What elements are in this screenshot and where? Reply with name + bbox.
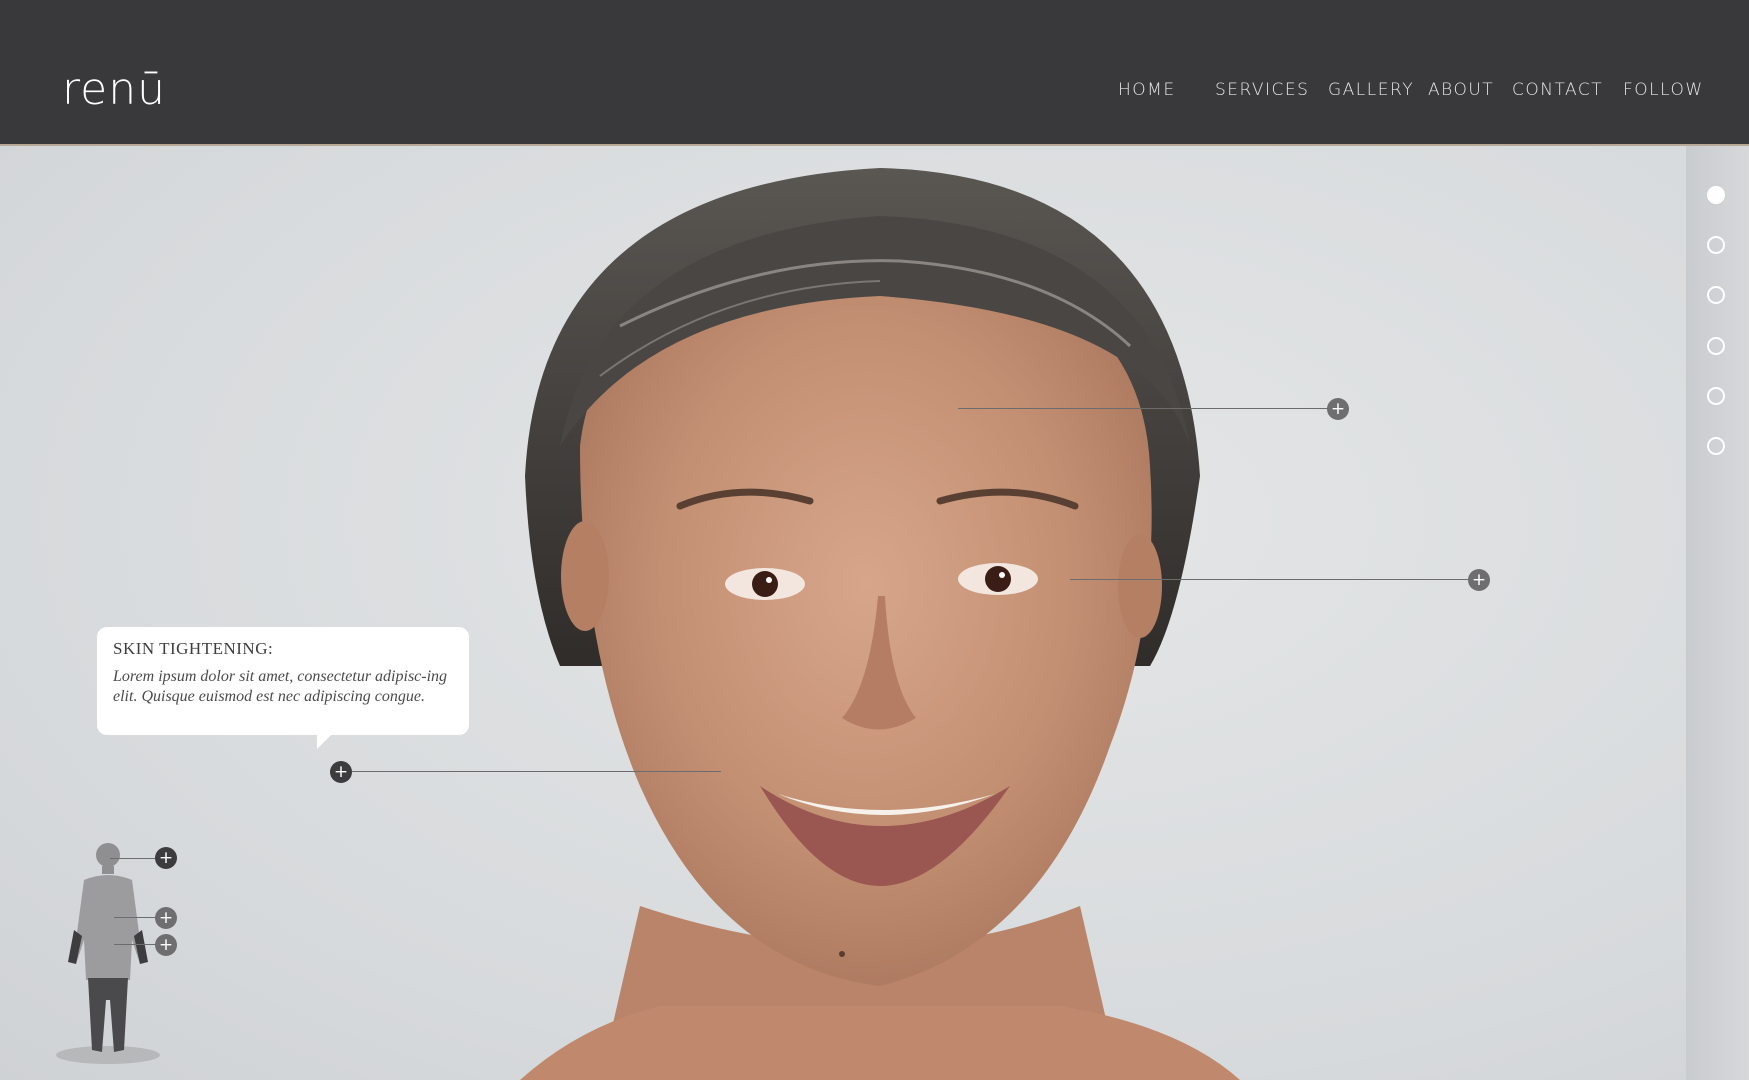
body-torso-hotspot[interactable]: + bbox=[155, 907, 177, 929]
slide-pagination bbox=[1686, 146, 1749, 1080]
slide-dot-5[interactable] bbox=[1707, 387, 1725, 405]
body-map: + + + bbox=[56, 840, 186, 1070]
slide-dot-4[interactable] bbox=[1707, 337, 1725, 355]
forehead-leader-line bbox=[958, 408, 1338, 409]
plus-icon: + bbox=[1471, 570, 1487, 590]
plus-icon: + bbox=[158, 848, 174, 868]
eyes-hotspot[interactable]: + bbox=[1468, 569, 1490, 591]
eyes-leader-line bbox=[1070, 579, 1478, 580]
nav-services[interactable]: SERVICES bbox=[1215, 80, 1309, 100]
nav-follow[interactable]: FOLLOW bbox=[1623, 80, 1704, 100]
plus-icon: + bbox=[1330, 399, 1346, 419]
plus-icon: + bbox=[333, 762, 349, 782]
nav-about[interactable]: ABOUT bbox=[1428, 80, 1494, 100]
callout-title: SKIN TIGHTENING: bbox=[113, 639, 274, 658]
cheek-hotspot[interactable]: + bbox=[330, 761, 352, 783]
slide-dot-2[interactable] bbox=[1707, 236, 1725, 254]
slide-dot-1[interactable] bbox=[1707, 186, 1725, 204]
nav-home[interactable]: HOME bbox=[1118, 80, 1176, 100]
body-waist-hotspot[interactable]: + bbox=[155, 934, 177, 956]
callout-body: Lorem ipsum dolor sit amet, consectetur … bbox=[113, 668, 448, 705]
nav-gallery[interactable]: GALLERY bbox=[1328, 80, 1414, 100]
plus-icon: + bbox=[158, 935, 174, 955]
site-header: renū HOME SERVICES GALLERY ABOUT CONTACT… bbox=[0, 0, 1749, 146]
body-head-hotspot[interactable]: + bbox=[155, 847, 177, 869]
plus-icon: + bbox=[158, 908, 174, 928]
forehead-hotspot[interactable]: + bbox=[1327, 398, 1349, 420]
cheek-leader-line bbox=[341, 771, 721, 772]
nav-contact[interactable]: CONTACT bbox=[1512, 80, 1603, 100]
slide-dot-6[interactable] bbox=[1707, 437, 1725, 455]
portrait-illustration bbox=[520, 168, 1240, 1080]
treatment-callout: SKIN TIGHTENING: Lorem ipsum dolor sit a… bbox=[97, 627, 469, 749]
slide-dot-3[interactable] bbox=[1707, 286, 1725, 304]
renu-logo[interactable]: renū bbox=[62, 68, 166, 112]
hero-image: + + + bbox=[0, 146, 1686, 1080]
